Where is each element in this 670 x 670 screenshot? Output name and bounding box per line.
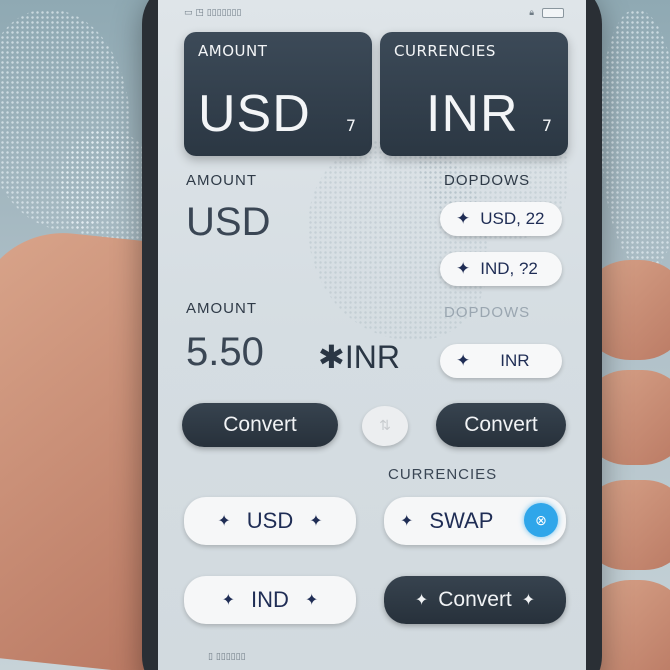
status-text: ▭ ◳ ▯▯▯▯▯▯▯ — [184, 8, 242, 18]
lock-icon: 🔒︎ — [529, 8, 534, 18]
status-bar: ▭ ◳ ▯▯▯▯▯▯▯ 🔒︎ — [184, 6, 564, 20]
convert-button-left[interactable]: Convert — [182, 403, 338, 447]
convert-label: Convert — [223, 413, 297, 436]
currencies-card[interactable]: CURRENCIES INR 7 — [380, 32, 568, 156]
convert-button-right[interactable]: Convert — [436, 403, 566, 447]
swap-pill-label: SWAP — [429, 508, 494, 533]
amount-label-2: AMOUNT — [186, 300, 257, 317]
amount-value: USD — [186, 200, 271, 244]
star-icon: ✦ — [456, 351, 471, 370]
dropdowns-label-2: DOPDOWS — [444, 304, 531, 321]
swap-icon: ⇅ — [379, 418, 391, 434]
dropdown-inr-label: INR — [500, 351, 530, 370]
star-icon: ✦ — [414, 592, 429, 609]
converted-amount: 5.50 — [186, 330, 264, 374]
convert-bottom-label: Convert — [438, 588, 512, 611]
usd-pill-label: USD — [246, 508, 294, 533]
currencies-card-suffix: 7 — [541, 116, 552, 135]
swap-round-button[interactable]: ⇅ — [362, 406, 408, 446]
dropdown-usd[interactable]: ✦ USD, 22 — [440, 202, 562, 236]
star-icon: ✦ — [400, 513, 414, 530]
amount-label: AMOUNT — [186, 172, 257, 189]
dropdown-usd-label: USD, 22 — [480, 209, 545, 228]
dropdowns-label: DOPDOWS — [444, 172, 531, 189]
swap-badge-icon[interactable]: ⊗ — [524, 503, 558, 537]
ind-pill[interactable]: ✦ IND ✦ — [184, 576, 356, 624]
dropdown-ind[interactable]: ✦ IND, ?2 — [440, 252, 562, 286]
amount-card-label: AMOUNT — [198, 42, 268, 60]
phone-screen: ▭ ◳ ▯▯▯▯▯▯▯ 🔒︎ AMOUNT USD 7 CURRENCIES I… — [158, 0, 586, 670]
convert-button-bottom[interactable]: ✦ Convert ✦ — [384, 576, 566, 624]
battery-icon — [542, 8, 564, 18]
star-icon: ✦ — [521, 592, 536, 609]
swap-pill[interactable]: ✦ SWAP ⊗ — [384, 497, 566, 545]
dropdown-inr[interactable]: ✦ INR — [440, 344, 562, 378]
star-icon: ✦ — [309, 513, 323, 530]
star-icon: ✦ — [221, 592, 236, 609]
convert-label: Convert — [464, 413, 538, 436]
dropdown-ind-label: IND, ?2 — [480, 259, 538, 278]
currencies-card-label: CURRENCIES — [394, 42, 496, 60]
ind-pill-label: IND — [251, 587, 289, 612]
amount-card-suffix: 7 — [345, 116, 356, 135]
star-icon: ✦ — [456, 209, 471, 228]
usd-pill[interactable]: ✦ USD ✦ — [184, 497, 356, 545]
home-indicator-text: ▯ ▯▯▯▯▯▯ — [208, 652, 246, 662]
currencies-card-currency: INR — [426, 85, 519, 143]
star-icon: ✦ — [217, 513, 231, 530]
target-currency: ✱INR — [318, 339, 400, 375]
target-currency-code: INR — [344, 339, 400, 375]
amount-card-currency: USD — [198, 85, 311, 143]
amount-card[interactable]: AMOUNT USD 7 — [184, 32, 372, 156]
currencies-label: CURRENCIES — [388, 466, 498, 483]
star-icon: ✦ — [456, 259, 471, 278]
star-icon: ✦ — [304, 592, 319, 609]
